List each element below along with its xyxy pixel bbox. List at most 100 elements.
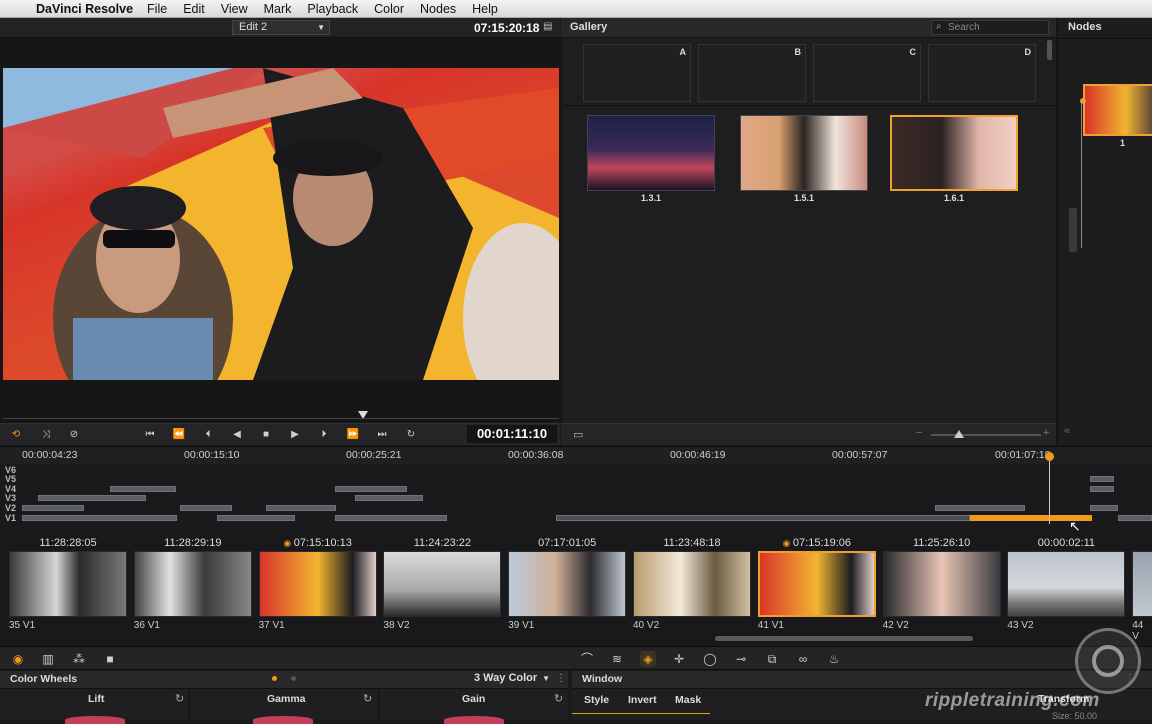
clip-thumbnail[interactable] [633, 551, 751, 617]
tab-invert[interactable]: Invert [628, 694, 657, 706]
scrubber-track[interactable] [3, 418, 559, 419]
nodes-scrollbar[interactable] [1069, 208, 1077, 252]
loop-icon[interactable]: ↻ [403, 428, 419, 442]
zoom-slider[interactable] [931, 434, 1041, 436]
window-icon[interactable]: ◈ [640, 651, 656, 667]
key-icon[interactable]: ⊸ [733, 651, 749, 667]
clip-thumbnail[interactable] [882, 551, 1001, 617]
curves-icon[interactable]: ⌒ [579, 651, 595, 667]
shuffle-icon[interactable]: ⤨ [38, 428, 54, 442]
zoom-in-icon[interactable]: + [1043, 427, 1049, 439]
bypass-icon[interactable]: ⊘ [66, 428, 82, 442]
clip-thumbnail[interactable] [508, 551, 627, 617]
clip-thumbnail[interactable] [133, 551, 252, 617]
clip-thumbnail[interactable] [1007, 551, 1126, 617]
reset-icon[interactable]: ↻ [175, 692, 184, 705]
timeline-playhead[interactable] [1049, 454, 1050, 524]
timeline-clip[interactable] [1090, 486, 1114, 492]
node-1[interactable] [1083, 84, 1152, 136]
timeline-clip[interactable] [22, 505, 84, 511]
panel-options-icon[interactable]: ⋮ [556, 673, 566, 684]
flame-icon[interactable]: ♨ [826, 651, 842, 667]
menu-file[interactable]: File [147, 2, 167, 16]
tab-style[interactable]: Style [584, 694, 609, 706]
timeline-clip[interactable] [22, 515, 177, 521]
scopes-icon[interactable]: ▥ [40, 651, 56, 667]
chevron-down-icon: ▼ [317, 23, 325, 32]
gallery-scrollbar[interactable] [1047, 40, 1052, 60]
timeline-clip[interactable] [38, 495, 146, 501]
ruler-tick: 00:01:07:18 [995, 449, 1051, 461]
gain-wheel[interactable]: Gain ↻ [380, 689, 568, 724]
timeline-clip[interactable] [180, 505, 232, 511]
camera-raw-icon[interactable]: ■ [102, 651, 118, 667]
reset-icon[interactable]: ↻ [554, 692, 563, 705]
zoom-out-icon[interactable]: − [916, 427, 922, 439]
loop-mode-icon[interactable]: ⟲ [8, 428, 24, 442]
viewer-options-icon[interactable]: ▤ [543, 21, 552, 32]
menu-view[interactable]: View [221, 2, 248, 16]
reset-icon[interactable]: ↻ [363, 692, 372, 705]
lift-wheel[interactable]: Lift ↻ [0, 689, 190, 724]
qualifier-icon[interactable]: ≋ [609, 651, 625, 667]
page-dot-icon[interactable] [291, 676, 296, 681]
timeline-clip[interactable] [1118, 515, 1152, 521]
next-frame-icon[interactable]: ⏵ [316, 428, 332, 442]
stereo-icon[interactable]: ∞ [795, 651, 811, 667]
timeline-clip[interactable] [935, 505, 1025, 511]
fast-forward-icon[interactable]: ⏩ [345, 428, 361, 442]
timeline-clip[interactable] [1090, 476, 1114, 482]
app-menu[interactable]: DaVinci Resolve [36, 2, 133, 16]
rewind-icon[interactable]: ⏪ [171, 428, 187, 442]
menu-mark[interactable]: Mark [264, 2, 292, 16]
clip-thumbnail[interactable] [9, 551, 127, 617]
play-icon[interactable]: ▶ [287, 428, 303, 442]
menu-help[interactable]: Help [472, 2, 498, 16]
wheel-mode-dropdown[interactable]: 3 Way Color ▼ [468, 672, 550, 687]
clip-thumbnail[interactable] [1132, 551, 1152, 617]
gallery-search[interactable]: ⌕ Search [931, 20, 1049, 35]
still-thumbnail[interactable] [740, 115, 868, 191]
page-dot-active-icon[interactable] [272, 676, 277, 681]
go-to-start-icon[interactable]: ⏮ [142, 428, 158, 442]
tracker-icon[interactable]: ✛ [671, 651, 687, 667]
still-thumbnail[interactable] [587, 115, 715, 191]
timeline-ruler[interactable]: 00:00:04:23 00:00:15:10 00:00:25:21 00:0… [0, 446, 1152, 464]
timeline-clip[interactable] [556, 515, 970, 521]
memory-slot-b[interactable]: B [698, 44, 806, 102]
timeline-clip[interactable] [1090, 505, 1118, 511]
go-to-end-icon[interactable]: ⏭ [374, 428, 390, 442]
clip-thumbnail[interactable] [258, 551, 377, 617]
timeline-clip[interactable] [110, 486, 176, 492]
blur-icon[interactable]: ◯ [702, 651, 718, 667]
menu-color[interactable]: Color [374, 2, 404, 16]
menu-nodes[interactable]: Nodes [420, 2, 456, 16]
memory-slot-a[interactable]: A [583, 44, 691, 102]
play-reverse-icon[interactable]: ◀ [229, 428, 245, 442]
tab-mask[interactable]: Mask [675, 694, 701, 706]
playhead-marker[interactable] [1045, 452, 1054, 461]
sizing-icon[interactable]: ⧉ [764, 651, 780, 667]
menu-edit[interactable]: Edit [183, 2, 205, 16]
menu-playback[interactable]: Playback [307, 2, 358, 16]
clips-scrollbar[interactable] [715, 636, 973, 641]
still-thumbnail-selected[interactable] [890, 115, 1018, 191]
collapse-icon[interactable]: « [1064, 425, 1070, 437]
rgb-mixer-icon[interactable]: ⁂ [71, 651, 87, 667]
timeline-clip[interactable] [335, 515, 447, 521]
clip-thumbnail[interactable] [383, 551, 502, 617]
timeline-tracks[interactable]: V6 V5 V4 V3 V2 V1 [0, 454, 1152, 534]
timeline-dropdown[interactable]: Edit 2 ▼ [232, 20, 330, 35]
gamma-wheel[interactable]: Gamma ↻ [191, 689, 379, 724]
timeline-clip[interactable] [335, 486, 407, 492]
previous-frame-icon[interactable]: ⏴ [200, 428, 216, 442]
color-wheels-icon[interactable]: ◉ [10, 651, 26, 667]
memory-slot-d[interactable]: D [928, 44, 1036, 102]
timeline-clip[interactable] [355, 495, 423, 501]
timeline-clip[interactable] [217, 515, 295, 521]
clip-thumbnail-current[interactable] [757, 551, 876, 617]
stop-icon[interactable]: ■ [258, 428, 274, 442]
gallery-view-icon[interactable]: ▭ [573, 428, 583, 441]
memory-slot-c[interactable]: C [813, 44, 921, 102]
timeline-clip[interactable] [266, 505, 336, 511]
